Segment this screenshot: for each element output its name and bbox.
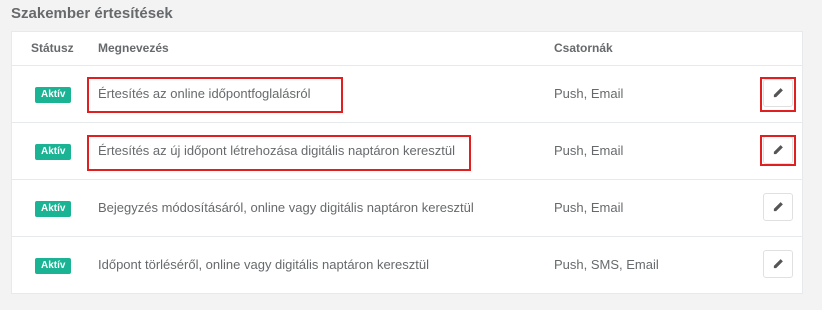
notification-name: Értesítés az új időpont létrehozása digi… — [98, 143, 455, 158]
status-badge: Aktív — [35, 144, 72, 160]
notification-channels: Push, Email — [554, 86, 624, 101]
edit-button[interactable] — [763, 136, 793, 164]
table-row: Aktív Értesítés az online időpontfoglalá… — [12, 66, 802, 123]
notification-channels: Push, SMS, Email — [554, 257, 659, 272]
notification-name: Időpont törléséről, online vagy digitáli… — [98, 257, 429, 272]
edit-button[interactable] — [763, 79, 793, 107]
table-row: Aktív Időpont törléséről, online vagy di… — [12, 237, 802, 294]
header-status: Státusz — [31, 41, 74, 55]
notification-name: Értesítés az online időpontfoglalásról — [98, 86, 311, 101]
header-channels: Csatornák — [554, 41, 613, 55]
edit-button[interactable] — [763, 193, 793, 221]
table-row: Aktív Értesítés az új időpont létrehozás… — [12, 123, 802, 180]
notification-channels: Push, Email — [554, 200, 624, 215]
pencil-icon — [773, 259, 783, 269]
status-badge: Aktív — [35, 258, 72, 274]
table-row: Aktív Bejegyzés módosításáról, online va… — [12, 180, 802, 237]
header-name: Megnevezés — [98, 41, 169, 55]
status-badge: Aktív — [35, 201, 72, 217]
section-title: Szakember értesítések — [11, 5, 173, 22]
table-header: Státusz Megnevezés Csatornák — [12, 32, 802, 66]
notification-channels: Push, Email — [554, 143, 624, 158]
pencil-icon — [773, 145, 783, 155]
pencil-icon — [773, 88, 783, 98]
notification-name: Bejegyzés módosításáról, online vagy dig… — [98, 200, 474, 215]
edit-button[interactable] — [763, 250, 793, 278]
notifications-table: Státusz Megnevezés Csatornák Aktív Értes… — [11, 31, 803, 294]
status-badge: Aktív — [35, 87, 72, 103]
pencil-icon — [773, 202, 783, 212]
